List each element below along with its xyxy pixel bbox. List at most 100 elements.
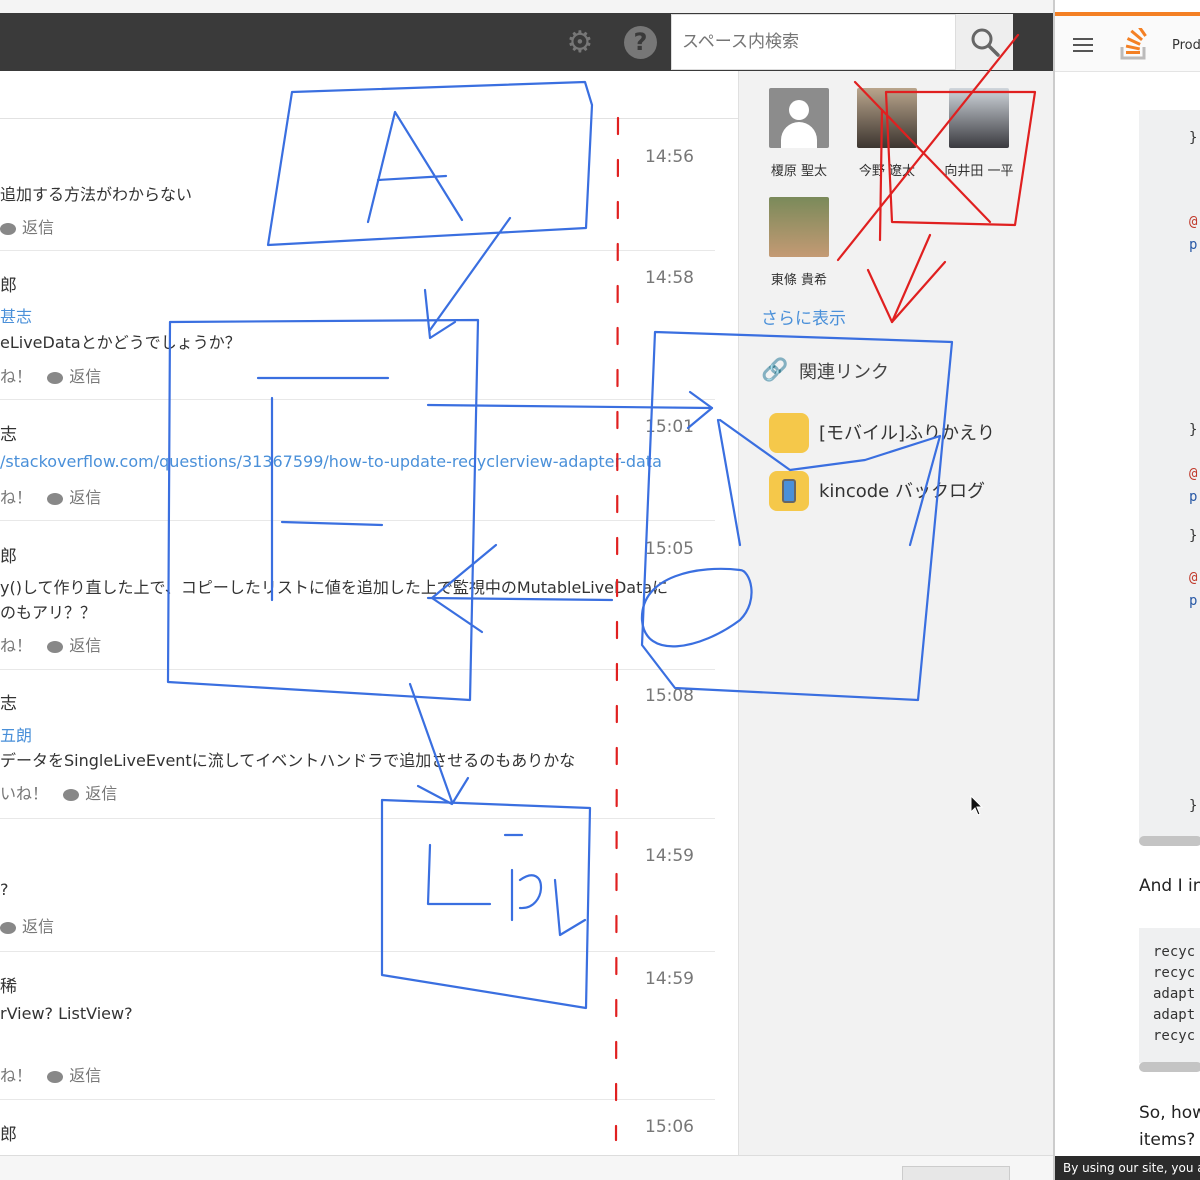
comment-icon bbox=[63, 788, 80, 801]
like-button[interactable]: ね！ bbox=[0, 367, 32, 386]
related-link-label: kincode バックログ bbox=[819, 481, 985, 502]
comment-icon bbox=[47, 1070, 64, 1083]
post-item: 15:08 志 五朗 データをSingleLiveEventに流してイベントハン… bbox=[0, 670, 715, 819]
help-icon[interactable]: ? bbox=[624, 26, 657, 59]
reply-button[interactable]: 返信 bbox=[69, 367, 101, 386]
glasses-icon bbox=[769, 413, 809, 453]
reply-button[interactable]: 返信 bbox=[69, 1066, 101, 1085]
comment-icon bbox=[0, 222, 16, 235]
member-item[interactable]: 向井田 一平 bbox=[939, 88, 1019, 179]
related-links-title: 関連リンク bbox=[799, 362, 889, 383]
like-button[interactable]: ね！ bbox=[0, 488, 32, 507]
post-actions: いね！ 返信 bbox=[0, 780, 117, 804]
space-sidebar: 榎原 聖太 今野 遼太 向井田 一平 東條 貴希 さらに表示 🔗 関連リンク [… bbox=[738, 71, 1053, 1155]
member-name: 榎原 聖太 bbox=[770, 164, 828, 179]
reply-button[interactable]: 返信 bbox=[0, 214, 54, 238]
answer-text: And I in bbox=[1139, 876, 1200, 896]
post-actions: ね！ 返信 bbox=[0, 363, 101, 387]
post-item: 14:58 郎 甚志 eLiveDataとかどうでしょうか？ ね！ 返信 bbox=[0, 251, 715, 400]
like-button[interactable]: いね！ bbox=[0, 784, 48, 803]
post-author[interactable]: 志 bbox=[0, 689, 17, 714]
post-item: 14:59 稀 rView? ListView? ね！ 返信 bbox=[0, 952, 715, 1100]
post-item: 15:01 志 /stackoverflow.com/questions/313… bbox=[0, 400, 715, 521]
post-author[interactable]: 稀 bbox=[0, 972, 17, 997]
avatar bbox=[857, 88, 917, 148]
post-item: 15:05 郎 y()して作り直した上で、コピーしたリストに値を追加した上で監視… bbox=[0, 521, 715, 670]
member-item[interactable]: 東條 貴希 bbox=[764, 197, 834, 288]
post-body: eLiveDataとかどうでしょうか？ bbox=[0, 333, 241, 352]
code-block: } @ p } @ p } @ p } bbox=[1139, 110, 1200, 840]
reply-button[interactable]: 返信 bbox=[69, 488, 101, 507]
post-body: rView? ListView? bbox=[0, 1004, 133, 1023]
related-link-label: [モバイル]ふりかえり bbox=[819, 423, 996, 444]
browser-top-strip bbox=[0, 0, 1053, 13]
post-time: 15:01 bbox=[645, 417, 694, 437]
post-time: 14:59 bbox=[645, 846, 694, 866]
search-field[interactable] bbox=[671, 14, 956, 70]
related-link-item[interactable]: kincode バックログ bbox=[769, 471, 1039, 511]
comment-icon bbox=[47, 492, 64, 505]
post-body: データをSingleLiveEventに流してイベントハンドラで追加させるのもあ… bbox=[0, 751, 576, 770]
products-menu[interactable]: Prod bbox=[1172, 38, 1200, 53]
like-button[interactable]: ね！ bbox=[0, 636, 32, 655]
post-mention[interactable]: 甚志 bbox=[0, 303, 32, 327]
bottom-button[interactable] bbox=[902, 1166, 1010, 1180]
link-icon: 🔗 bbox=[761, 358, 789, 383]
post-item: 14:59 ? 返信 bbox=[0, 819, 715, 952]
member-name: 東條 貴希 bbox=[770, 273, 828, 288]
post-body: 追加する方法がわからない bbox=[0, 185, 193, 204]
hamburger-icon[interactable] bbox=[1073, 38, 1093, 52]
post-time: 15:08 bbox=[645, 686, 694, 706]
post-mention[interactable]: 五朗 bbox=[0, 722, 32, 746]
post-author[interactable]: 郎 bbox=[0, 271, 17, 296]
magnifier-icon bbox=[971, 28, 1000, 57]
post-time: 15:06 bbox=[645, 1117, 694, 1137]
phone-icon bbox=[769, 471, 809, 511]
post-actions: ね！ 返信 bbox=[0, 632, 101, 656]
feed-divider bbox=[0, 118, 738, 119]
avatar bbox=[949, 88, 1009, 148]
avatar bbox=[769, 197, 829, 257]
bottom-bar bbox=[0, 1155, 1053, 1180]
question-text: So, how items? bbox=[1139, 1103, 1200, 1150]
cookie-banner[interactable]: By using our site, you a bbox=[1055, 1156, 1200, 1180]
gear-icon[interactable]: ⚙ bbox=[562, 25, 598, 61]
avatar bbox=[769, 88, 829, 148]
related-link-item[interactable]: [モバイル]ふりかえり bbox=[769, 413, 1039, 453]
member-name: 向井田 一平 bbox=[944, 164, 1014, 179]
post-author[interactable]: 郎 bbox=[0, 542, 17, 567]
mouse-cursor-icon bbox=[970, 795, 984, 816]
comment-icon bbox=[0, 921, 16, 934]
so-header: Prod bbox=[1055, 16, 1200, 72]
search-input[interactable] bbox=[672, 15, 955, 69]
code-block: recyc recyc adapt adapt recyc bbox=[1139, 928, 1200, 1063]
post-body-line2: のもアリ？？ bbox=[0, 603, 97, 622]
post-time: 14:59 bbox=[645, 969, 694, 989]
message-feed: 14:56 追加する方法がわからない 返信 14:58 郎 甚志 eLiveDa… bbox=[0, 71, 738, 1155]
post-author[interactable]: 郎 bbox=[0, 1120, 17, 1145]
stackoverflow-panel: Prod } @ p } @ p } @ p } And I in recyc … bbox=[1053, 0, 1200, 1180]
member-item[interactable]: 今野 遼太 bbox=[852, 88, 922, 179]
stackoverflow-logo-icon[interactable] bbox=[1119, 28, 1149, 60]
post-time: 15:05 bbox=[645, 539, 694, 559]
post-actions: ね！ 返信 bbox=[0, 1062, 101, 1086]
post-body: ? bbox=[0, 880, 9, 899]
post-body: y()して作り直した上で、コピーしたリストに値を追加した上で監視中のMutabl… bbox=[0, 578, 669, 597]
post-time: 14:56 bbox=[645, 147, 694, 167]
code-scrollbar[interactable] bbox=[1139, 836, 1200, 846]
reply-button[interactable]: 返信 bbox=[0, 913, 54, 937]
post-link[interactable]: /stackoverflow.com/questions/31367599/ho… bbox=[0, 452, 662, 471]
member-item[interactable]: 榎原 聖太 bbox=[764, 88, 834, 179]
post-item: 14:56 追加する方法がわからない 返信 bbox=[0, 120, 715, 251]
post-actions: ね！ 返信 bbox=[0, 484, 101, 508]
reply-button[interactable]: 返信 bbox=[69, 636, 101, 655]
show-more-link[interactable]: さらに表示 bbox=[761, 304, 846, 329]
search-button[interactable] bbox=[956, 14, 1013, 70]
post-author[interactable]: 志 bbox=[0, 420, 17, 445]
reply-button[interactable]: 返信 bbox=[85, 784, 117, 803]
like-button[interactable]: ね！ bbox=[0, 1066, 32, 1085]
post-time: 14:58 bbox=[645, 268, 694, 288]
code-scrollbar[interactable] bbox=[1139, 1062, 1200, 1072]
member-name: 今野 遼太 bbox=[858, 164, 916, 179]
comment-icon bbox=[47, 371, 64, 384]
